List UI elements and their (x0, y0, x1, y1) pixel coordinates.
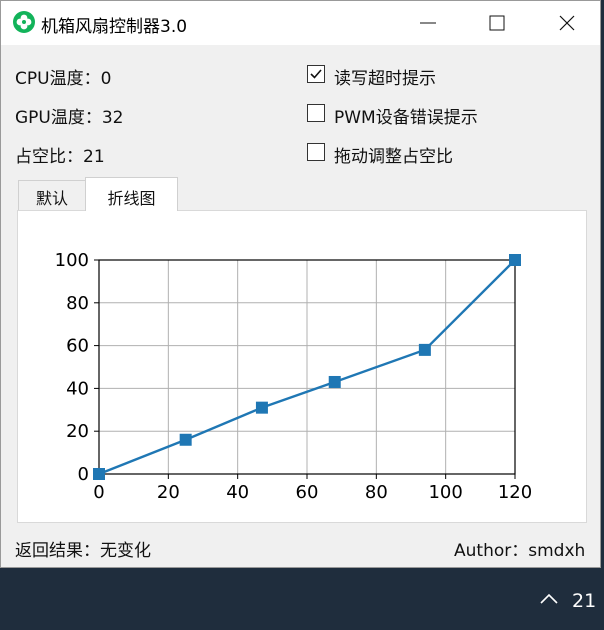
y-tick-label: 0 (78, 464, 89, 485)
data-point (179, 433, 192, 446)
data-point (328, 375, 341, 388)
y-tick-label: 20 (66, 421, 89, 442)
tab-default[interactable]: 默认 (18, 180, 86, 210)
close-button[interactable] (532, 1, 602, 45)
drag-duty-label[interactable]: 拖动调整占空比 (334, 142, 453, 167)
x-tick-label: 0 (93, 482, 104, 503)
tab-line-chart-label: 折线图 (107, 189, 156, 208)
window-title: 机箱风扇控制器3.0 (41, 17, 188, 37)
fan-curve-chart: 0 20 40 60 80 100 120 0 20 40 60 80 100 (55, 250, 533, 503)
minimize-icon (420, 22, 436, 24)
data-point (509, 254, 521, 266)
minimize-button[interactable] (393, 1, 463, 45)
maximize-icon (489, 15, 505, 31)
y-tick-label: 60 (66, 336, 89, 357)
tab-line-chart[interactable]: 折线图 (85, 177, 178, 211)
data-point (93, 468, 105, 480)
chart-panel: 0 20 40 60 80 100 120 0 20 40 60 80 100 (17, 210, 587, 523)
pwm-error-alert-checkbox[interactable] (307, 104, 325, 122)
close-icon (559, 15, 575, 31)
data-point (418, 343, 431, 356)
timeout-alert-label[interactable]: 读写超时提示 (334, 64, 436, 89)
data-point (255, 401, 268, 414)
x-tick-label: 120 (498, 482, 532, 503)
checkmark-icon (310, 69, 322, 79)
tab-default-label: 默认 (35, 189, 68, 208)
fan-icon (13, 11, 35, 33)
gpu-temp-label: GPU温度：32 (15, 108, 124, 128)
taskbar (0, 568, 604, 630)
x-tick-label: 40 (226, 482, 249, 503)
maximize-button[interactable] (462, 1, 532, 45)
chevron-up-icon[interactable] (540, 593, 558, 605)
y-tick-label: 80 (66, 293, 89, 314)
taskbar-clock[interactable]: 21 (572, 590, 596, 612)
y-tick-label: 40 (66, 378, 89, 399)
title-bar[interactable]: 机箱风扇控制器3.0 (1, 1, 600, 45)
x-tick-label: 20 (157, 482, 180, 503)
x-tick-label: 100 (428, 482, 462, 503)
main-window: 机箱风扇控制器3.0 CPU温度：0 GPU温度：32 占空比：21 读写超时提… (0, 0, 601, 568)
author-label: Author：smdxh (454, 541, 586, 561)
x-tick-label: 60 (296, 482, 319, 503)
drag-duty-checkbox[interactable] (307, 143, 325, 161)
y-tick-label: 100 (55, 250, 89, 271)
result-status: 返回结果：无变化 (15, 541, 151, 561)
timeout-alert-checkbox[interactable] (307, 65, 325, 83)
x-tick-label: 80 (365, 482, 388, 503)
duty-cycle-label: 占空比：21 (15, 147, 105, 167)
cpu-temp-label: CPU温度：0 (15, 69, 112, 89)
pwm-error-alert-label[interactable]: PWM设备错误提示 (334, 103, 478, 128)
